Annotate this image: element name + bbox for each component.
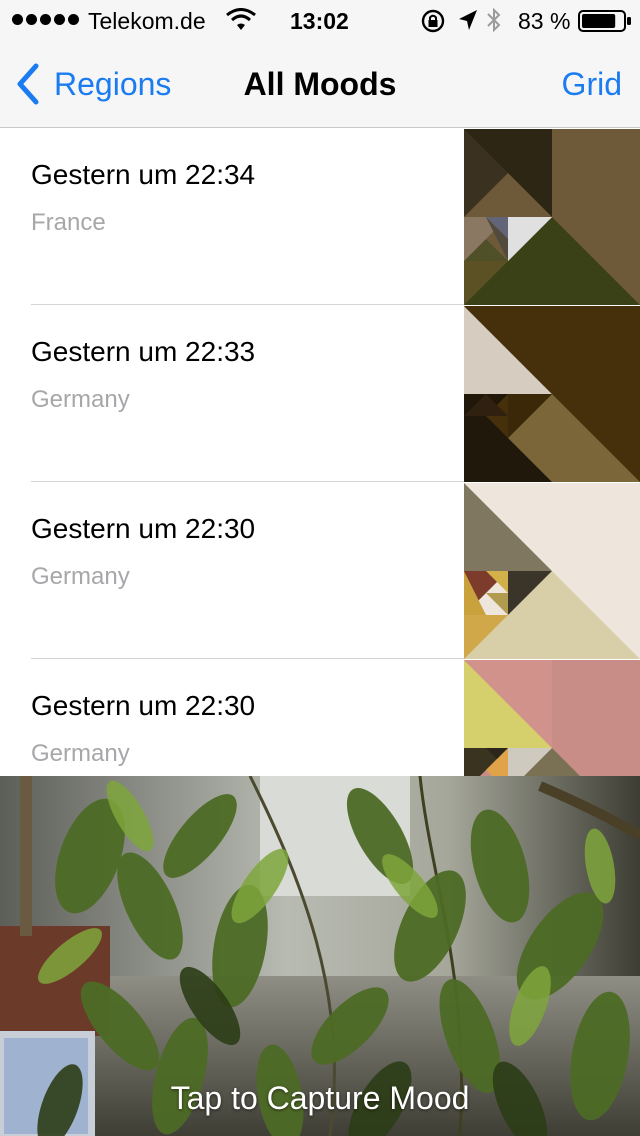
battery-percent: 83 % [518, 8, 571, 34]
status-bar: Telekom.de 13:02 83 % [0, 0, 640, 40]
row-separator [31, 481, 464, 482]
navigation-bar: Regions All Moods Grid [0, 40, 640, 128]
mood-region: Germany [31, 740, 130, 767]
mood-row[interactable]: Gestern um 22:30 Germany [0, 660, 640, 776]
carrier-name: Telekom.de [88, 8, 206, 34]
location-arrow-icon [459, 10, 477, 30]
page-title: All Moods [243, 66, 397, 102]
row-separator [31, 658, 464, 659]
mood-row[interactable]: Gestern um 22:34 France [0, 129, 640, 305]
battery-icon [578, 10, 631, 32]
rotation-lock-icon [421, 9, 445, 33]
grid-button[interactable]: Grid [562, 66, 622, 103]
row-separator [31, 304, 464, 305]
mood-thumbnail [464, 660, 640, 776]
mood-time: Gestern um 22:30 [31, 690, 256, 721]
mood-time: Gestern um 22:30 [31, 513, 256, 544]
mood-time: Gestern um 22:33 [31, 336, 256, 367]
bluetooth-icon [487, 7, 501, 33]
mood-thumbnail [464, 483, 640, 659]
status-time: 13:02 [290, 8, 349, 34]
mood-thumbnail [464, 129, 640, 305]
moods-list: Gestern um 22:34 France Gestern um 22:33… [0, 129, 640, 776]
mood-region: Germany [31, 386, 130, 413]
mood-region: France [31, 209, 106, 236]
capture-mood-label[interactable]: Tap to Capture Mood [0, 1080, 640, 1117]
signal-dots-icon [12, 14, 79, 25]
mood-time: Gestern um 22:34 [31, 159, 256, 190]
mood-row[interactable]: Gestern um 22:33 Germany [0, 306, 640, 482]
mood-thumbnail [464, 306, 640, 482]
mood-row[interactable]: Gestern um 22:30 Germany [0, 483, 640, 659]
mood-region: Germany [31, 563, 130, 590]
wifi-icon [226, 8, 256, 30]
header: Telekom.de 13:02 83 % Regions All Moods … [0, 0, 640, 128]
